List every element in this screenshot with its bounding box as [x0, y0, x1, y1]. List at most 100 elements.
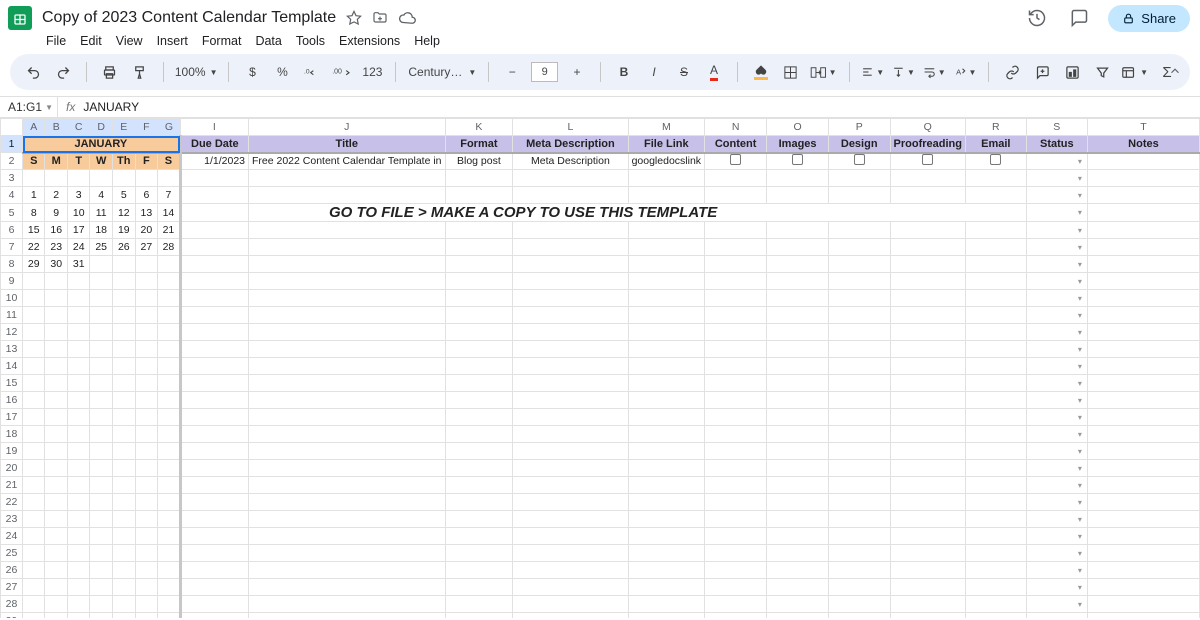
col-header[interactable]: E	[112, 119, 135, 136]
wrap-button[interactable]: ▼	[923, 60, 946, 84]
cell[interactable]	[705, 460, 767, 477]
cell[interactable]	[1087, 358, 1199, 375]
cell[interactable]	[767, 409, 829, 426]
cell[interactable]	[67, 290, 89, 307]
chevron-down-icon[interactable]: ▾	[1078, 532, 1084, 541]
cell[interactable]	[1087, 256, 1199, 273]
cell[interactable]	[135, 426, 157, 443]
cell[interactable]	[965, 256, 1026, 273]
calendar-cell[interactable]: 2	[45, 187, 67, 204]
cell[interactable]	[249, 596, 446, 613]
cell[interactable]	[445, 494, 513, 511]
cell[interactable]	[965, 392, 1026, 409]
menu-tools[interactable]: Tools	[296, 34, 325, 48]
cell[interactable]	[445, 443, 513, 460]
cell[interactable]	[1087, 596, 1199, 613]
italic-button[interactable]: I	[643, 60, 665, 84]
cell[interactable]	[965, 613, 1026, 619]
cell[interactable]	[628, 170, 704, 187]
status-cell[interactable]: ▾	[1026, 596, 1087, 613]
link-button[interactable]	[1001, 60, 1023, 84]
cell[interactable]	[767, 443, 829, 460]
cell[interactable]	[67, 528, 89, 545]
cell[interactable]	[445, 562, 513, 579]
cell[interactable]	[135, 477, 157, 494]
cell[interactable]	[180, 494, 248, 511]
cell[interactable]	[23, 375, 45, 392]
cell[interactable]	[249, 392, 446, 409]
print-button[interactable]	[99, 60, 121, 84]
row-header[interactable]: 1	[1, 136, 23, 153]
calendar-cell[interactable]: 9	[45, 204, 67, 222]
table-header[interactable]: Proofreading	[890, 136, 965, 153]
row-header[interactable]: 23	[1, 511, 23, 528]
calendar-cell[interactable]: 24	[67, 239, 89, 256]
cell[interactable]	[890, 324, 965, 341]
cell[interactable]	[705, 511, 767, 528]
cell[interactable]	[628, 494, 704, 511]
calendar-cell[interactable]: 23	[45, 239, 67, 256]
cell[interactable]	[628, 443, 704, 460]
cell[interactable]	[445, 528, 513, 545]
cell[interactable]	[628, 613, 704, 619]
valign-button[interactable]: ▼	[892, 60, 915, 84]
cell[interactable]	[1087, 307, 1199, 324]
cell[interactable]	[828, 409, 890, 426]
calendar-cell[interactable]: 15	[23, 222, 45, 239]
table-header[interactable]: Content	[705, 136, 767, 153]
cell[interactable]	[158, 392, 181, 409]
cell[interactable]	[767, 341, 829, 358]
cell[interactable]	[90, 273, 112, 290]
cell[interactable]	[158, 460, 181, 477]
cell[interactable]	[828, 426, 890, 443]
cell[interactable]	[67, 494, 89, 511]
cell[interactable]	[23, 494, 45, 511]
cell[interactable]	[705, 170, 767, 187]
cell[interactable]	[828, 256, 890, 273]
cell[interactable]	[705, 222, 767, 239]
cell[interactable]	[890, 341, 965, 358]
calendar-cell[interactable]: 10	[67, 204, 89, 222]
chevron-down-icon[interactable]: ▾	[1078, 430, 1084, 439]
col-header[interactable]: G	[158, 119, 181, 136]
cell[interactable]	[1087, 153, 1199, 170]
cell[interactable]	[1087, 494, 1199, 511]
cell[interactable]	[828, 460, 890, 477]
cell[interactable]	[158, 562, 181, 579]
cell[interactable]	[445, 409, 513, 426]
status-cell[interactable]: ▾	[1026, 375, 1087, 392]
cell[interactable]	[158, 477, 181, 494]
table-header[interactable]: Images	[767, 136, 829, 153]
cell[interactable]	[180, 613, 248, 619]
cell[interactable]	[249, 511, 446, 528]
cell[interactable]	[890, 307, 965, 324]
cell[interactable]	[767, 613, 829, 619]
cell[interactable]	[705, 358, 767, 375]
row-header[interactable]: 25	[1, 545, 23, 562]
cell[interactable]	[112, 290, 135, 307]
cell[interactable]	[67, 409, 89, 426]
cell[interactable]	[628, 477, 704, 494]
cell[interactable]: Meta Description	[513, 153, 628, 170]
cell[interactable]	[705, 443, 767, 460]
cell[interactable]	[135, 290, 157, 307]
row-header[interactable]: 6	[1, 222, 23, 239]
cell[interactable]	[158, 545, 181, 562]
cell[interactable]	[628, 187, 704, 204]
cell[interactable]	[112, 511, 135, 528]
cell[interactable]	[112, 460, 135, 477]
cell[interactable]	[180, 477, 248, 494]
collapse-toolbar-button[interactable]	[1168, 64, 1182, 78]
col-header[interactable]: A	[23, 119, 45, 136]
cell[interactable]	[90, 477, 112, 494]
cell[interactable]	[513, 290, 628, 307]
cell[interactable]	[249, 170, 446, 187]
chevron-down-icon[interactable]: ▾	[1078, 277, 1084, 286]
cell[interactable]	[45, 290, 67, 307]
cell[interactable]	[135, 511, 157, 528]
cell[interactable]	[767, 528, 829, 545]
status-cell[interactable]: ▾	[1026, 579, 1087, 596]
cell[interactable]	[249, 494, 446, 511]
cell[interactable]	[67, 375, 89, 392]
cell[interactable]	[90, 545, 112, 562]
